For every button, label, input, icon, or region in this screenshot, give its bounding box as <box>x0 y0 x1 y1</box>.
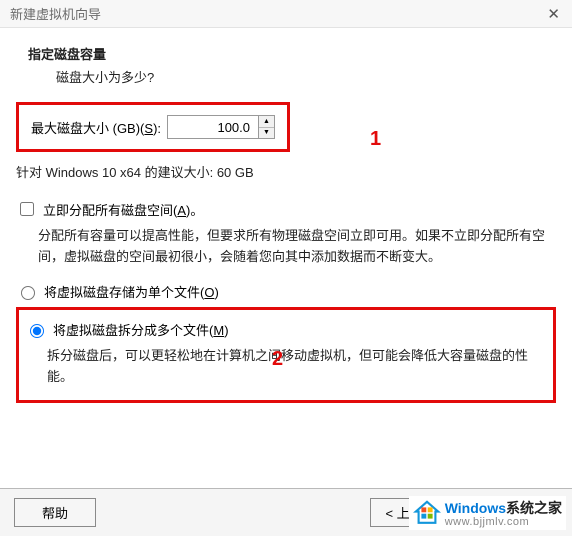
recommended-size-text: 针对 Windows 10 x64 的建议大小: 60 GB <box>16 162 556 181</box>
annotation-label-1: 1 <box>370 128 381 151</box>
max-disk-size-row: 最大磁盘大小 (GB)(S): ▲ ▼ <box>25 109 281 145</box>
help-button[interactable]: 帮助 <box>14 498 96 527</box>
store-single-file-label[interactable]: 将虚拟磁盘存储为单个文件(O) <box>44 282 219 301</box>
annotation-box-1: 最大磁盘大小 (GB)(S): ▲ ▼ <box>16 102 290 152</box>
allocate-now-description: 分配所有容量可以提高性能，但要求所有物理磁盘空间立即可用。如果不立即分配所有空间… <box>38 225 556 268</box>
wizard-content: 指定磁盘容量 磁盘大小为多少? 最大磁盘大小 (GB)(S): ▲ ▼ 1 针对… <box>0 28 572 403</box>
allocate-now-row: 立即分配所有磁盘空间(A)。 <box>16 199 556 219</box>
store-single-file-row: 将虚拟磁盘存储为单个文件(O) <box>16 282 556 301</box>
spinner-up-icon[interactable]: ▲ <box>259 116 274 128</box>
store-split-files-label[interactable]: 将虚拟磁盘拆分成多个文件(M) <box>53 320 229 339</box>
close-icon[interactable]: ✕ <box>543 5 564 23</box>
window-title: 新建虚拟机向导 <box>10 4 101 23</box>
spinner-arrows: ▲ ▼ <box>258 116 274 138</box>
annotation-label-2: 2 <box>272 348 283 371</box>
max-disk-size-label: 最大磁盘大小 (GB)(S): <box>31 118 161 137</box>
title-bar: 新建虚拟机向导 ✕ <box>0 0 572 28</box>
watermark-text: Windows系统之家 www.bjjmlv.com <box>445 498 562 528</box>
store-split-files-row: 将虚拟磁盘拆分成多个文件(M) <box>25 320 547 339</box>
store-split-files-radio[interactable] <box>30 324 44 338</box>
spinner-down-icon[interactable]: ▼ <box>259 128 274 139</box>
watermark: Windows系统之家 www.bjjmlv.com <box>409 496 566 530</box>
store-single-file-radio[interactable] <box>21 286 35 300</box>
allocate-now-checkbox[interactable] <box>20 202 34 216</box>
allocate-now-label[interactable]: 立即分配所有磁盘空间(A)。 <box>43 200 203 219</box>
page-heading: 指定磁盘容量 <box>28 44 556 63</box>
page-subheading: 磁盘大小为多少? <box>56 67 556 86</box>
disk-size-spinner[interactable]: ▲ ▼ <box>167 115 275 139</box>
store-split-files-description: 拆分磁盘后，可以更轻松地在计算机之间移动虚拟机，但可能会降低大容量磁盘的性能。 <box>47 345 547 388</box>
disk-size-input[interactable] <box>168 116 258 138</box>
house-icon <box>413 499 441 527</box>
annotation-box-2: 将虚拟磁盘拆分成多个文件(M) 拆分磁盘后，可以更轻松地在计算机之间移动虚拟机，… <box>16 307 556 403</box>
